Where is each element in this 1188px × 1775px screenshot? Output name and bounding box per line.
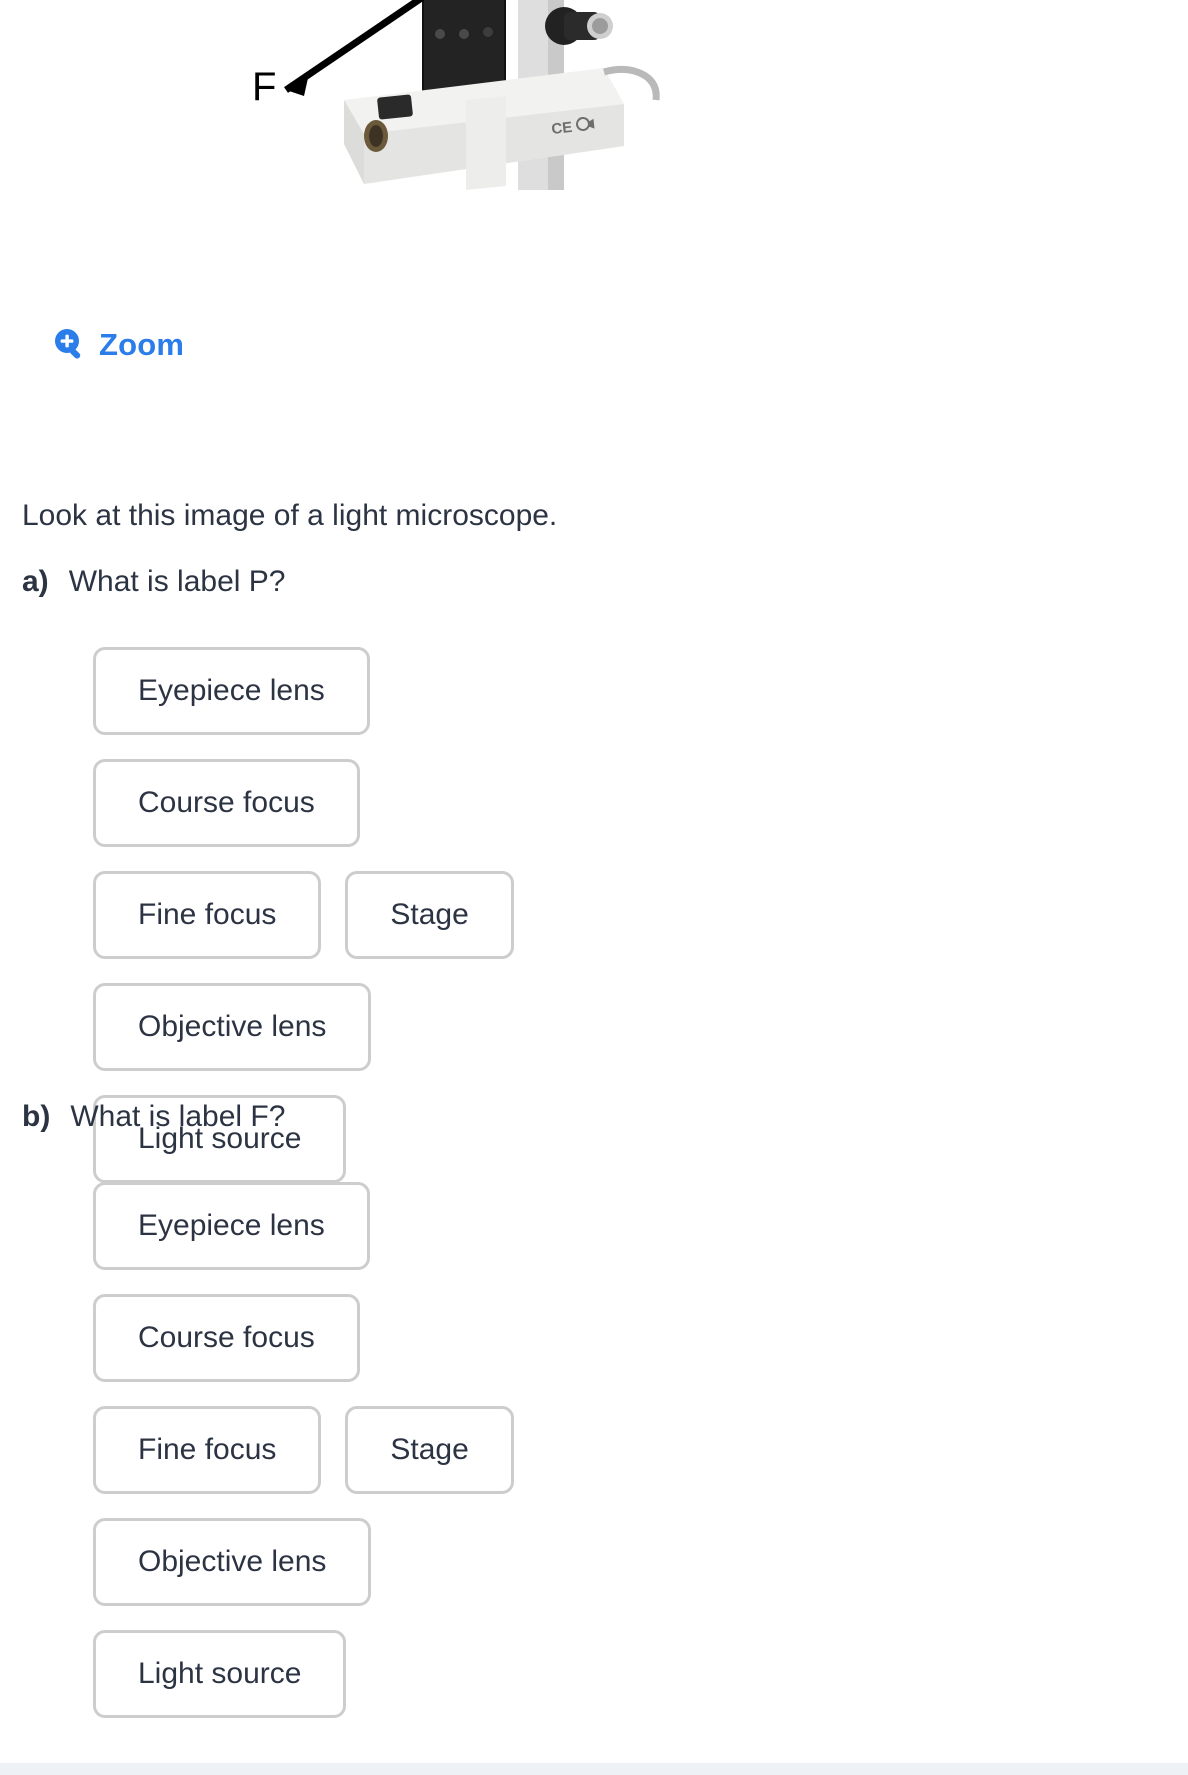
answer-option-b-fine-focus[interactable]: Fine focus bbox=[93, 1406, 322, 1494]
answer-option-a-course-focus[interactable]: Course focus bbox=[93, 759, 360, 847]
question-b-heading: b) What is label F? bbox=[22, 1097, 1053, 1136]
answer-option-a-stage[interactable]: Stage bbox=[345, 871, 514, 959]
question-a-text: What is label P? bbox=[68, 565, 286, 598]
question-a-heading: a) What is label P? bbox=[22, 562, 1053, 601]
zoom-link[interactable]: Zoom bbox=[53, 327, 184, 361]
answer-option-b-eyepiece-lens[interactable]: Eyepiece lens bbox=[93, 1182, 370, 1270]
question-a-marker: a) bbox=[22, 565, 49, 598]
answer-option-b-course-focus[interactable]: Course focus bbox=[93, 1294, 360, 1382]
question-block-b: b) What is label F? Eyepiece lens Course… bbox=[22, 1097, 1053, 1718]
question-b-marker: b) bbox=[22, 1100, 51, 1133]
microscope-image: CE F bbox=[252, 0, 732, 300]
zoom-link-label: Zoom bbox=[99, 326, 185, 362]
answer-option-a-fine-focus[interactable]: Fine focus bbox=[93, 871, 322, 959]
answer-options-b: Eyepiece lens Course focus Fine focus St… bbox=[93, 1182, 1053, 1718]
question-block-a: a) What is label P? Eyepiece lens Course… bbox=[22, 562, 1053, 1183]
answer-option-a-eyepiece-lens[interactable]: Eyepiece lens bbox=[93, 647, 370, 735]
label-f-text: F bbox=[252, 65, 276, 109]
zoom-in-magnifier-icon bbox=[53, 327, 87, 361]
answer-option-b-stage[interactable]: Stage bbox=[345, 1406, 514, 1494]
answer-option-b-light-source[interactable]: Light source bbox=[93, 1630, 347, 1718]
microscope-figure: CE F bbox=[0, 0, 1188, 300]
intro-text: Look at this image of a light microscope… bbox=[22, 499, 558, 532]
question-b-text: What is label F? bbox=[70, 1100, 286, 1133]
question-page: CE F Zoom Look at this image of a light … bbox=[0, 0, 1188, 1775]
ce-mark-text: CE bbox=[551, 119, 574, 138]
page-bottom-bar bbox=[0, 1763, 1188, 1775]
answer-option-b-objective-lens[interactable]: Objective lens bbox=[93, 1518, 372, 1606]
answer-option-a-objective-lens[interactable]: Objective lens bbox=[93, 983, 372, 1071]
